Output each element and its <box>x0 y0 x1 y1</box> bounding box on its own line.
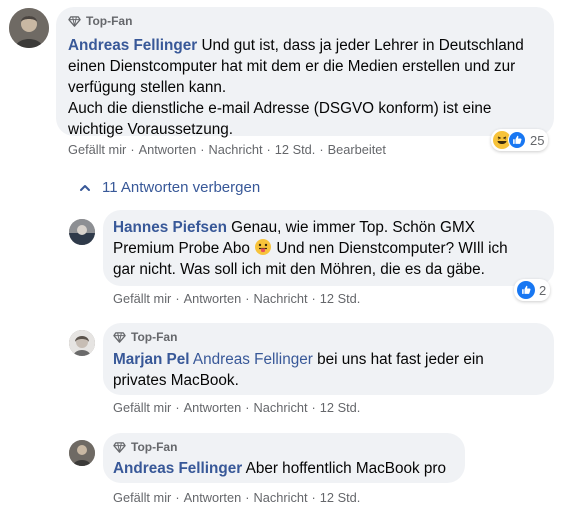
comment-text-line4: Auch die dienstliche e-mail Adresse (DSG… <box>68 100 492 117</box>
avatar-image <box>69 330 95 356</box>
reply-text-line3: gar nicht. Was soll ich mit den Möhren, … <box>113 261 485 278</box>
like-reaction-icon <box>508 131 526 149</box>
message-link[interactable]: Nachricht <box>253 400 307 415</box>
timestamp[interactable]: 12 Std. <box>275 142 316 157</box>
like-link[interactable]: Gefällt mir <box>113 490 171 505</box>
mention-link[interactable]: Andreas Fellinger <box>193 351 313 368</box>
comment-actions: Gefällt mir · Antworten · Nachricht · 12… <box>68 142 386 157</box>
top-fan-badge: Top-Fan <box>113 329 542 345</box>
separator: · <box>245 490 250 505</box>
comment-reactions[interactable]: 25 <box>491 129 549 151</box>
separator: · <box>319 142 324 157</box>
separator: · <box>311 490 316 505</box>
separator: · <box>266 142 271 157</box>
comment-text-line1: Und gut ist, dass ja jeder Lehrer in Deu… <box>201 37 524 54</box>
avatar-image <box>9 8 49 48</box>
reply-link[interactable]: Antworten <box>184 490 242 505</box>
avatar-marjan[interactable] <box>69 330 95 356</box>
comment-text-line3: verfügung stellen kann. <box>68 79 227 96</box>
reply-link[interactable]: Antworten <box>184 291 242 306</box>
separator: · <box>130 142 135 157</box>
reply-bubble-1: Hannes Piefsen Genau, wie immer Top. Sch… <box>103 210 554 286</box>
reply-text-line2: privates MacBook. <box>113 372 239 389</box>
top-fan-badge: Top-Fan <box>113 439 453 455</box>
separator: · <box>175 291 180 306</box>
separator: · <box>200 142 205 157</box>
reply-text-2: Marjan Pel Andreas Fellinger bei uns hat… <box>113 349 542 391</box>
reply-author[interactable]: Andreas Fellinger <box>113 460 242 477</box>
separator: · <box>311 291 316 306</box>
badge-label: Top-Fan <box>131 330 178 344</box>
message-link[interactable]: Nachricht <box>208 142 262 157</box>
top-fan-badge: Top-Fan <box>68 13 542 29</box>
reaction-count[interactable]: 25 <box>530 133 544 148</box>
comment-bubble: Top-Fan Andreas Fellinger Und gut ist, d… <box>56 7 554 138</box>
reply-link[interactable]: Antworten <box>139 142 197 157</box>
edited-label: Bearbeitet <box>327 142 386 157</box>
message-link[interactable]: Nachricht <box>253 291 307 306</box>
timestamp[interactable]: 12 Std. <box>320 400 361 415</box>
timestamp[interactable]: 12 Std. <box>320 490 361 505</box>
separator: · <box>175 490 180 505</box>
diamond-icon <box>113 441 126 453</box>
comment-author[interactable]: Andreas Fellinger <box>68 37 197 54</box>
separator: · <box>311 400 316 415</box>
comment-text: Andreas Fellinger Und gut ist, dass ja j… <box>68 35 542 140</box>
like-link[interactable]: Gefällt mir <box>68 142 126 157</box>
reply-text-3: Andreas Fellinger Aber hoffentlich MacBo… <box>113 458 453 479</box>
reply-text-line1: Genau, wie immer Top. Schön GMX <box>231 219 475 236</box>
diamond-icon <box>113 331 126 343</box>
reply-link[interactable]: Antworten <box>184 400 242 415</box>
reply-text-line1: Aber hoffentlich MacBook pro <box>245 460 447 477</box>
diamond-icon <box>68 15 81 27</box>
message-link[interactable]: Nachricht <box>253 490 307 505</box>
badge-label: Top-Fan <box>131 440 178 454</box>
reply-actions-2: Gefällt mir · Antworten · Nachricht · 12… <box>113 400 360 415</box>
reply-author[interactable]: Marjan Pel <box>113 351 190 368</box>
chevron-up-icon <box>80 184 90 191</box>
separator: · <box>175 400 180 415</box>
reply-text-line2: Premium Probe Abo <box>113 240 250 257</box>
like-reaction-icon <box>517 281 535 299</box>
badge-label: Top-Fan <box>86 14 133 28</box>
reply-reactions[interactable]: 2 <box>514 279 551 301</box>
hide-replies-label: 11 Antworten verbergen <box>102 179 261 196</box>
like-link[interactable]: Gefällt mir <box>113 291 171 306</box>
hide-replies-toggle[interactable]: 11 Antworten verbergen <box>78 179 260 196</box>
avatar-image <box>69 440 95 466</box>
reply-text-line1: bei uns hat fast jeder ein <box>317 351 484 368</box>
separator: · <box>245 400 250 415</box>
avatar-andreas-small[interactable] <box>69 440 95 466</box>
separator: · <box>245 291 250 306</box>
reply-actions-1: Gefällt mir · Antworten · Nachricht · 12… <box>113 291 360 306</box>
reply-bubble-3: Top-Fan Andreas Fellinger Aber hoffentli… <box>103 433 465 483</box>
reply-text-line2b: Und nen Dienstcomputer? WIll ich <box>276 240 508 257</box>
timestamp[interactable]: 12 Std. <box>320 291 361 306</box>
reply-bubble-2: Top-Fan Marjan Pel Andreas Fellinger bei… <box>103 323 554 395</box>
reply-actions-3: Gefällt mir · Antworten · Nachricht · 12… <box>113 490 360 505</box>
like-link[interactable]: Gefällt mir <box>113 400 171 415</box>
reply-author[interactable]: Hannes Piefsen <box>113 219 227 236</box>
reply-text-1: Hannes Piefsen Genau, wie immer Top. Sch… <box>113 217 542 280</box>
comment-text-line5: wichtige Voraussetzung. <box>68 121 233 138</box>
avatar-image <box>69 219 95 245</box>
tongue-emoji-icon <box>255 239 272 255</box>
avatar-andreas[interactable] <box>9 8 49 48</box>
avatar-hannes[interactable] <box>69 219 95 245</box>
reaction-count[interactable]: 2 <box>539 283 546 298</box>
comment-text-line2: einen Dienstcomputer hat mit dem er die … <box>68 58 516 75</box>
